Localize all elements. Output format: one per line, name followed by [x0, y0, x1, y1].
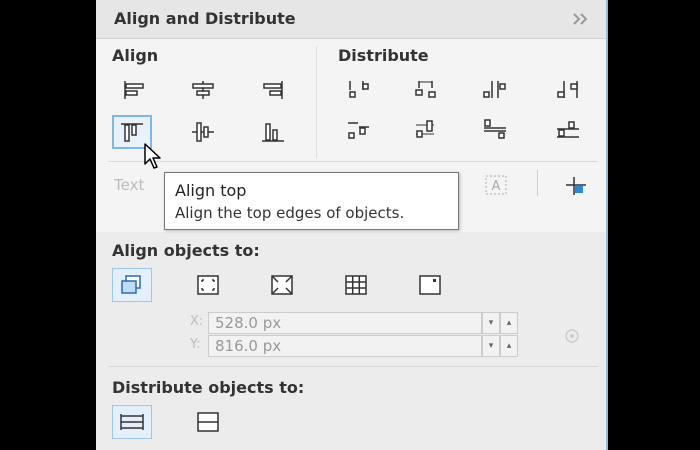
align-distribute-panel: Align and Distribute Align Distribute Te…	[96, 0, 608, 450]
y-coordinate-input[interactable]	[208, 335, 482, 357]
align-center-vertical-button[interactable]	[183, 115, 223, 149]
text-align-button[interactable]: A	[476, 168, 516, 202]
distribute-top-button[interactable]	[339, 112, 379, 146]
align-center-vertical-icon	[192, 122, 214, 142]
align-bottom-icon	[262, 123, 284, 142]
pick-point-icon[interactable]	[562, 326, 582, 346]
page-edge-button[interactable]	[188, 268, 228, 302]
lower-section: Align objects to: X: 528.0 px ▾ ▴ Y: 816…	[96, 232, 606, 450]
distribute-spacing-vertical-button[interactable]	[475, 112, 515, 146]
double-chevron-right-icon[interactable]	[572, 12, 590, 26]
align-left-button[interactable]	[114, 73, 154, 107]
svg-text:A: A	[492, 179, 501, 194]
page-extent-button[interactable]	[188, 405, 228, 439]
text-row-label: Text	[114, 176, 145, 194]
text-align-icon: A	[485, 175, 507, 195]
panel-title: Align and Distribute	[114, 9, 296, 28]
align-top-icon	[121, 123, 143, 142]
align-objects-to-label: Align objects to:	[112, 241, 260, 260]
selection-extent-icon	[120, 414, 144, 430]
distribute-center-horizontal-icon	[415, 81, 436, 98]
distribute-spacing-vertical-icon	[484, 119, 506, 139]
x-label: X:	[190, 314, 204, 329]
distribute-objects-to-label: Distribute objects to:	[112, 378, 305, 397]
y-coordinate-row: Y: ▾ ▴	[190, 335, 526, 357]
tooltip-description: Align the top edges of objects.	[175, 204, 405, 222]
section-divider	[316, 46, 317, 158]
y-label: Y:	[190, 337, 201, 352]
mouse-cursor-icon	[144, 143, 161, 169]
outline-icon	[566, 177, 586, 195]
page-center-icon	[271, 275, 293, 295]
distribute-left-button[interactable]	[339, 73, 379, 107]
selection-extent-button[interactable]	[112, 405, 152, 439]
distribute-bottom-icon	[557, 121, 579, 138]
y-increment-arrow-icon[interactable]: ▴	[500, 335, 518, 357]
align-center-horizontal-button[interactable]	[183, 73, 223, 107]
distribute-center-horizontal-button[interactable]	[406, 73, 446, 107]
x-coordinate-input[interactable]	[208, 312, 482, 334]
align-right-icon	[263, 81, 283, 99]
specified-point-button[interactable]	[410, 268, 450, 302]
distribute-center-vertical-button[interactable]	[406, 112, 446, 146]
tooltip-title: Align top	[175, 181, 247, 200]
panel-titlebar: Align and Distribute	[96, 0, 606, 39]
tooltip: Align top Align the top edges of objects…	[164, 172, 459, 230]
align-bottom-button[interactable]	[253, 115, 293, 149]
x-coordinate-row: X: ▾ ▴	[190, 312, 526, 334]
distribute-section-label: Distribute	[338, 46, 429, 65]
distribute-top-icon	[348, 122, 369, 139]
x-decrement-arrow-icon[interactable]: ▾	[482, 312, 500, 334]
align-section-label: Align	[112, 46, 159, 65]
separator	[537, 170, 538, 196]
outline-button[interactable]	[556, 168, 596, 202]
distribute-spacing-horizontal-button[interactable]	[475, 73, 515, 107]
distribute-spacing-horizontal-icon	[483, 81, 506, 98]
y-decrement-arrow-icon[interactable]: ▾	[482, 335, 500, 357]
x-increment-arrow-icon[interactable]: ▴	[500, 312, 518, 334]
separator	[108, 366, 598, 367]
distribute-bottom-button[interactable]	[548, 112, 588, 146]
align-center-horizontal-icon	[192, 81, 214, 99]
page-center-button[interactable]	[262, 268, 302, 302]
specified-point-icon	[419, 275, 441, 295]
page-extent-icon	[197, 412, 219, 432]
align-right-button[interactable]	[253, 73, 293, 107]
grid-button[interactable]	[336, 268, 376, 302]
distribute-center-vertical-icon	[416, 120, 434, 138]
align-left-icon	[124, 81, 144, 99]
active-objects-button[interactable]	[112, 268, 152, 302]
distribute-right-icon	[557, 81, 578, 98]
distribute-left-icon	[349, 81, 369, 98]
separator	[108, 161, 598, 162]
grid-icon	[345, 275, 367, 295]
active-objects-icon	[121, 275, 141, 294]
distribute-right-button[interactable]	[548, 73, 588, 107]
page-edge-icon	[197, 275, 219, 295]
